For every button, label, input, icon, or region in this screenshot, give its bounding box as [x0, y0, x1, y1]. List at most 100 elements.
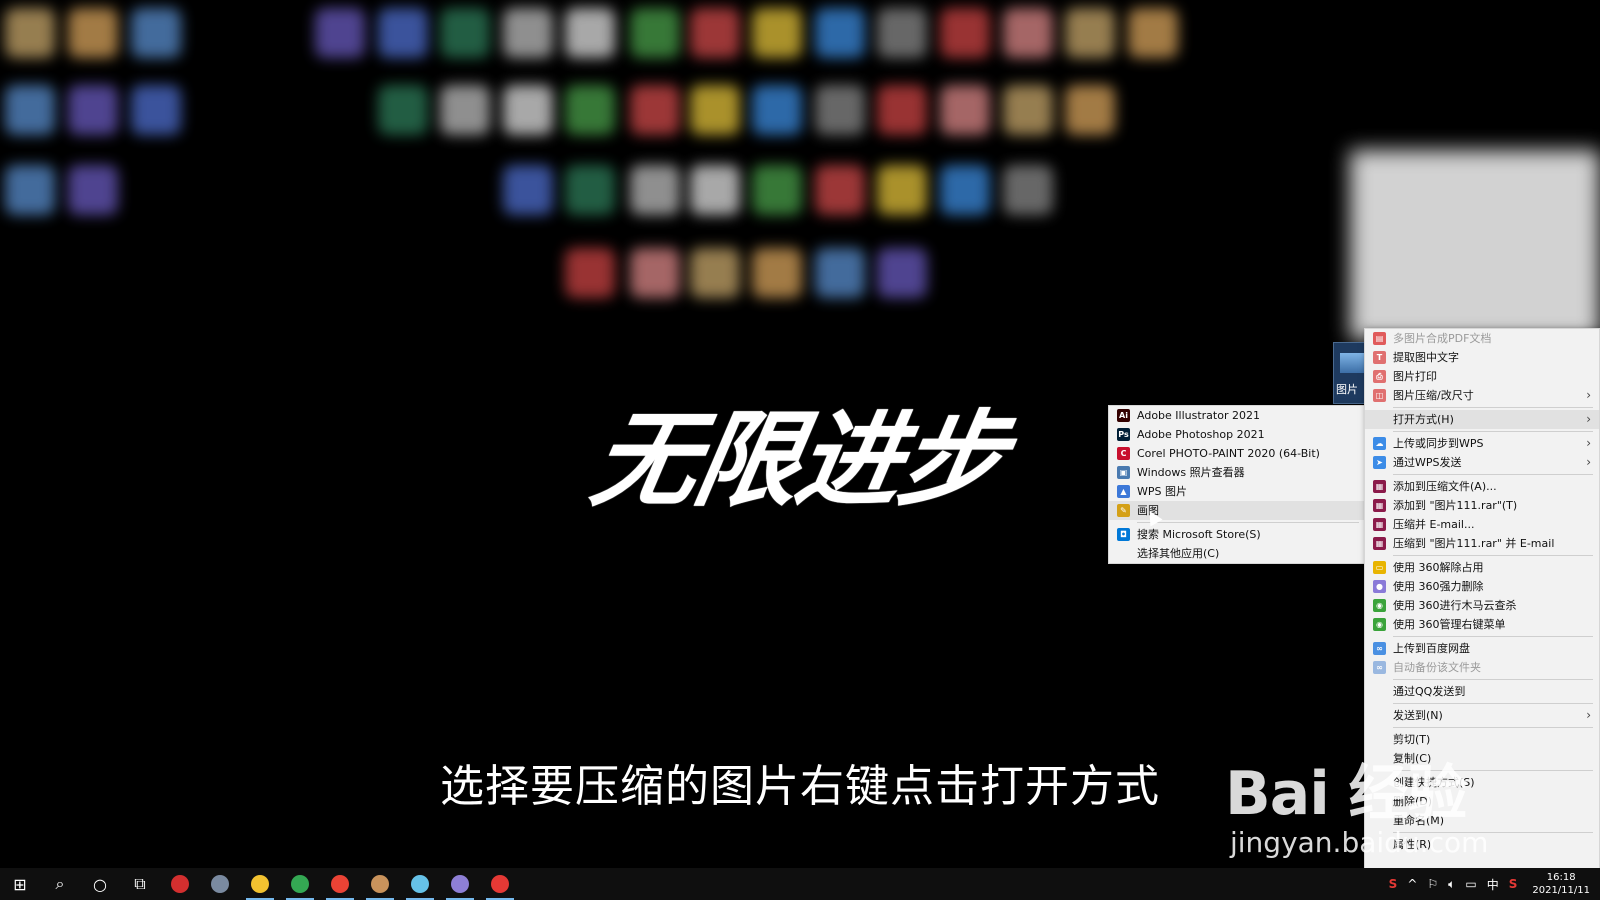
volume-icon[interactable]: 🔈︎ — [1443, 877, 1460, 892]
desktop-app-icon[interactable] — [815, 8, 865, 58]
task-view-button[interactable]: ⧉ — [120, 868, 160, 900]
context-menu-item[interactable]: ◉ 使用 360进行木马云查杀 — [1365, 596, 1599, 615]
context-menu-item[interactable]: T 提取图中文字 — [1365, 348, 1599, 367]
open-with-item[interactable]: Ai Adobe Illustrator 2021 — [1109, 406, 1365, 425]
recorder-app[interactable] — [160, 868, 200, 900]
desktop-app-icon[interactable] — [1003, 8, 1053, 58]
desktop-app-icon[interactable] — [690, 8, 740, 58]
context-menu-item[interactable]: ☁ 上传或同步到WPS › — [1365, 434, 1599, 453]
desktop-app-icon[interactable] — [877, 85, 927, 135]
context-menu-item[interactable]: 发送到(N) › — [1365, 706, 1599, 725]
cortana-button[interactable]: ○ — [80, 868, 120, 900]
open-with-item[interactable]: C Corel PHOTO-PAINT 2020 (64-Bit) — [1109, 444, 1365, 463]
desktop-app-icon[interactable] — [815, 248, 865, 298]
context-menu-item[interactable]: ∞ 上传到百度网盘 — [1365, 639, 1599, 658]
desktop-app-icon[interactable] — [690, 248, 740, 298]
start-button[interactable]: ⊞ — [0, 868, 40, 900]
open-with-item[interactable]: ▣ Windows 照片查看器 — [1109, 463, 1365, 482]
desktop-app-icon[interactable] — [5, 165, 55, 215]
menu-item-label: 发送到(N) — [1393, 709, 1443, 722]
desktop-app-icon[interactable] — [503, 165, 553, 215]
desktop-app-icon[interactable] — [1065, 8, 1115, 58]
context-menu-item[interactable]: ▦ 添加到压缩文件(A)... — [1365, 477, 1599, 496]
clock[interactable]: 16:18 2021/11/11 — [1522, 871, 1600, 897]
desktop-app-icon[interactable] — [1065, 85, 1115, 135]
wps-tray-icon[interactable]: S — [1384, 877, 1403, 891]
app-6[interactable] — [360, 868, 400, 900]
desktop-app-icon[interactable] — [752, 248, 802, 298]
context-menu-item[interactable]: ➤ 通过WPS发送 › — [1365, 453, 1599, 472]
desktop-app-icon[interactable] — [1003, 85, 1053, 135]
desktop-app-icon[interactable] — [68, 165, 118, 215]
open-with-item[interactable]: ◘ 搜索 Microsoft Store(S) — [1109, 525, 1365, 544]
desktop-app-icon[interactable] — [440, 8, 490, 58]
desktop-app-icon[interactable] — [690, 85, 740, 135]
desktop-app-icon[interactable] — [1128, 8, 1178, 58]
display-icon[interactable]: ▭ — [1460, 877, 1481, 891]
file-explorer-app[interactable] — [240, 868, 280, 900]
desktop-app-icon[interactable] — [565, 85, 615, 135]
desktop-app-icon[interactable] — [815, 85, 865, 135]
chrome-app-2[interactable] — [320, 868, 360, 900]
record-app[interactable] — [480, 868, 520, 900]
network-icon[interactable]: ⚐ — [1422, 877, 1443, 891]
context-menu-item[interactable]: ▦ 压缩到 "图片111.rar" 并 E-mail — [1365, 534, 1599, 553]
desktop-app-icon[interactable] — [440, 85, 490, 135]
open-with-item[interactable]: ▲ WPS 图片 — [1109, 482, 1365, 501]
desktop-app-icon[interactable] — [752, 8, 802, 58]
desktop-app-icon[interactable] — [815, 165, 865, 215]
desktop-app-icon[interactable] — [68, 8, 118, 58]
desktop-app-icon[interactable] — [565, 165, 615, 215]
desktop-app-icon[interactable] — [630, 248, 680, 298]
context-menu-item[interactable]: ∞ 自动备份该文件夹 — [1365, 658, 1599, 677]
desktop-app-icon[interactable] — [5, 85, 55, 135]
desktop-app-icon[interactable] — [68, 85, 118, 135]
desktop-app-icon[interactable] — [565, 248, 615, 298]
context-menu-item[interactable]: ▭ 使用 360解除占用 — [1365, 558, 1599, 577]
menu-item-label: 使用 360管理右键菜单 — [1393, 618, 1506, 631]
app-2[interactable] — [200, 868, 240, 900]
search-button[interactable]: ⌕ — [40, 868, 80, 900]
desktop-app-icon[interactable] — [752, 165, 802, 215]
desktop-app-icon[interactable] — [630, 165, 680, 215]
desktop-app-icon[interactable] — [503, 85, 553, 135]
desktop-app-icon[interactable] — [630, 8, 680, 58]
desktop-app-icon[interactable] — [877, 165, 927, 215]
desktop-app-icon[interactable] — [378, 85, 428, 135]
desktop-app-icon[interactable] — [940, 85, 990, 135]
desktop-app-icon[interactable] — [131, 8, 181, 58]
desktop-app-icon[interactable] — [752, 85, 802, 135]
desktop-app-icon[interactable] — [1003, 165, 1053, 215]
desktop-app-icon[interactable] — [877, 8, 927, 58]
ime-indicator[interactable]: 中 — [1482, 876, 1504, 893]
print-icon: ⎙ — [1373, 370, 1386, 383]
app-8[interactable] — [440, 868, 480, 900]
desktop-app-icon[interactable] — [565, 8, 615, 58]
open-with-item[interactable]: Ps Adobe Photoshop 2021 — [1109, 425, 1365, 444]
chrome-app[interactable] — [280, 868, 320, 900]
desktop-app-icon[interactable] — [5, 8, 55, 58]
context-menu-item[interactable]: ▦ 压缩并 E-mail... — [1365, 515, 1599, 534]
context-menu-item[interactable]: ● 使用 360强力删除 — [1365, 577, 1599, 596]
desktop-app-icon[interactable] — [315, 8, 365, 58]
context-menu-item[interactable]: ◫ 图片压缩/改尺寸 › — [1365, 386, 1599, 405]
desktop-app-icon[interactable] — [378, 8, 428, 58]
desktop-app-icon[interactable] — [131, 85, 181, 135]
context-menu-item[interactable]: ⎙ 图片打印 — [1365, 367, 1599, 386]
sogou-tray-icon[interactable]: S — [1504, 877, 1523, 891]
tray-chevron-icon[interactable]: ^ — [1402, 877, 1422, 891]
desktop-app-icon[interactable] — [630, 85, 680, 135]
context-menu-item[interactable]: ▦ 添加到 "图片111.rar"(T) — [1365, 496, 1599, 515]
context-menu-item[interactable]: 打开方式(H) › — [1365, 410, 1599, 429]
context-menu-item[interactable]: 通过QQ发送到 — [1365, 682, 1599, 701]
context-menu-item[interactable]: ▤ 多图片合成PDF文档 — [1365, 329, 1599, 348]
corel-icon: C — [1117, 447, 1130, 460]
desktop-app-icon[interactable] — [690, 165, 740, 215]
desktop-app-icon[interactable] — [940, 165, 990, 215]
open-with-item[interactable]: 选择其他应用(C) — [1109, 544, 1365, 563]
app-7[interactable] — [400, 868, 440, 900]
desktop-app-icon[interactable] — [940, 8, 990, 58]
desktop-app-icon[interactable] — [503, 8, 553, 58]
desktop-app-icon[interactable] — [877, 248, 927, 298]
context-menu-item[interactable]: ◉ 使用 360管理右键菜单 — [1365, 615, 1599, 634]
